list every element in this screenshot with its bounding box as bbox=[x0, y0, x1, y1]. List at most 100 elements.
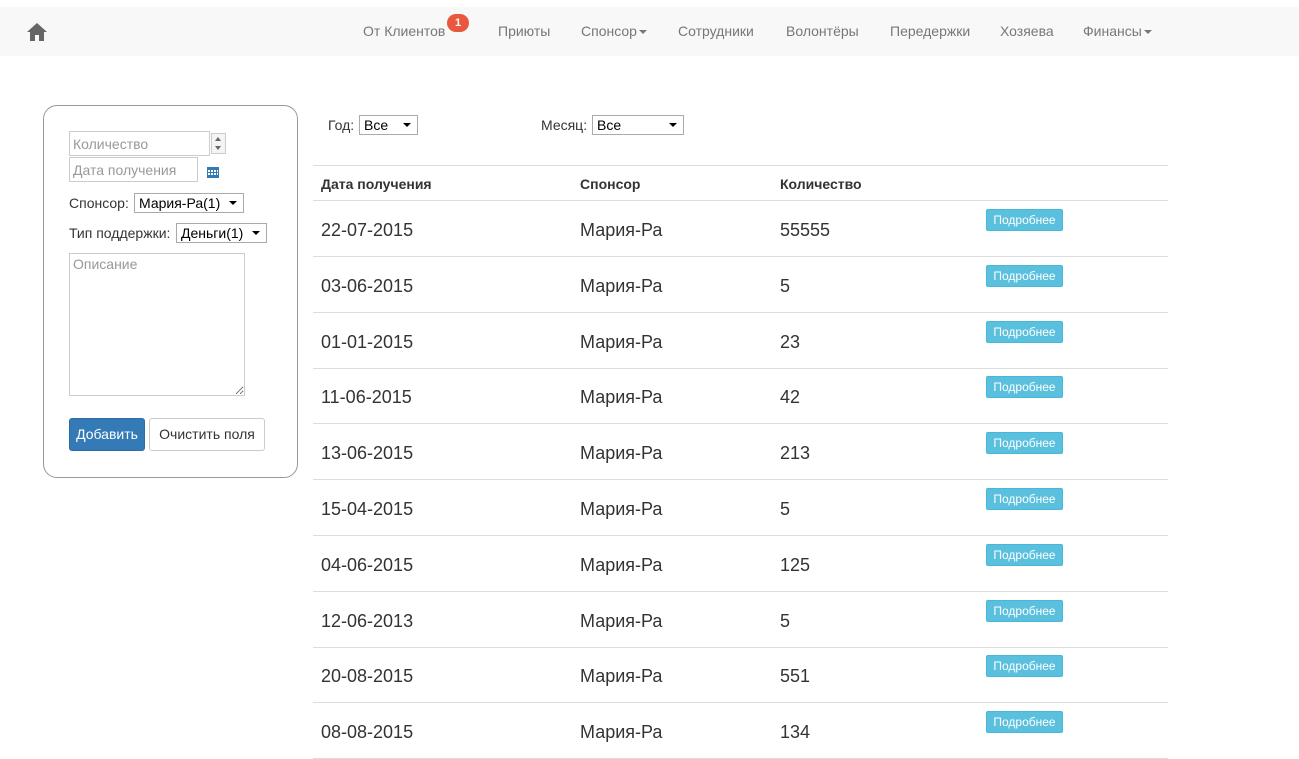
clear-fields-button[interactable]: Очистить поля bbox=[149, 418, 265, 451]
nav-label: Хозяева bbox=[1000, 23, 1054, 39]
sponsor-select-value: Мария-Ра(1) bbox=[139, 195, 221, 211]
nav-label: Приюты bbox=[498, 23, 551, 39]
nav-label: От Клиентов bbox=[363, 23, 446, 39]
nav-item-owners[interactable]: Хозяева bbox=[1000, 7, 1054, 56]
column-header-amount: Количество bbox=[780, 176, 862, 192]
dropdown-arrow-icon bbox=[403, 123, 411, 127]
nav-item-shelters[interactable]: Приюты bbox=[498, 7, 550, 56]
amount-cell: 5 bbox=[780, 610, 791, 631]
description-textarea[interactable] bbox=[69, 253, 245, 396]
table-row: 22-07-2015 Мария-Ра 55555 Подробнее bbox=[313, 201, 1168, 257]
details-button[interactable]: Подробнее bbox=[986, 543, 1063, 566]
quantity-stepper[interactable] bbox=[211, 133, 226, 154]
chevron-down-icon bbox=[1143, 30, 1152, 35]
quantity-input[interactable] bbox=[69, 131, 210, 156]
sponsor-cell: Мария-Ра bbox=[580, 666, 663, 687]
nav-item-employees[interactable]: Сотрудники bbox=[678, 7, 754, 56]
nav-label: Передержки bbox=[890, 23, 971, 39]
details-button[interactable]: Подробнее bbox=[986, 655, 1063, 678]
sponsor-cell: Мария-Ра bbox=[580, 499, 663, 519]
table-row: 08-08-2015 Мария-Ра 134 Подробнее bbox=[313, 703, 1168, 759]
dropdown-arrow-icon bbox=[252, 231, 260, 235]
date-cell: 12-06-2013 bbox=[321, 610, 414, 631]
support-type-select[interactable]: Деньги(1) bbox=[176, 223, 267, 243]
column-header-sponsor: Спонсор bbox=[580, 176, 641, 192]
sponsor-cell: Мария-Ра bbox=[580, 331, 663, 352]
table-row: 11-06-2015 Мария-Ра 42 Подробнее bbox=[313, 368, 1168, 425]
sponsor-select[interactable]: Мария-Ра(1) bbox=[134, 193, 244, 213]
stepper-down-icon[interactable] bbox=[215, 146, 221, 150]
sponsor-cell: Мария-Ра bbox=[580, 722, 663, 743]
sponsor-cell: Мария-Ра bbox=[580, 220, 663, 240]
table-row: 03-06-2015 Мария-Ра 5 Подробнее bbox=[313, 257, 1168, 313]
details-button[interactable]: Подробнее bbox=[986, 488, 1063, 510]
amount-cell: 55555 bbox=[780, 220, 831, 240]
support-type-select-value: Деньги(1) bbox=[181, 225, 244, 241]
date-cell: 13-06-2015 bbox=[321, 443, 414, 464]
date-cell: 03-06-2015 bbox=[321, 275, 414, 296]
amount-cell: 213 bbox=[780, 443, 811, 464]
table-row: 15-04-2015 Мария-Ра 5 Подробнее bbox=[313, 480, 1168, 536]
date-cell: 15-04-2015 bbox=[321, 499, 414, 519]
nav-label: Спонсор bbox=[581, 23, 637, 39]
sponsor-cell: Мария-Ра bbox=[580, 275, 663, 296]
calendar-icon[interactable] bbox=[207, 165, 219, 178]
sponsor-cell: Мария-Ра bbox=[580, 387, 663, 408]
month-select-value: Все bbox=[597, 117, 622, 133]
amount-cell: 5 bbox=[780, 275, 791, 296]
amount-cell: 23 bbox=[780, 331, 801, 352]
year-label: Год: bbox=[328, 117, 355, 133]
date-cell: 11-06-2015 bbox=[321, 387, 412, 408]
column-header-date: Дата получения bbox=[321, 176, 432, 192]
table-header: Дата получения Спонсор Количество bbox=[313, 165, 1168, 201]
date-cell: 01-01-2015 bbox=[321, 331, 414, 352]
nav-label: Сотрудники bbox=[678, 23, 754, 39]
nav-label: Волонтёры bbox=[786, 23, 859, 39]
chevron-down-icon bbox=[638, 30, 647, 35]
date-cell: 22-07-2015 bbox=[321, 220, 414, 240]
nav-item-sponsor[interactable]: Спонсор bbox=[581, 7, 647, 56]
nav-item-volunteers[interactable]: Волонтёры bbox=[786, 7, 859, 56]
sponsor-label: Спонсор: bbox=[69, 195, 129, 211]
date-cell: 20-08-2015 bbox=[321, 666, 414, 687]
details-button[interactable]: Подробнее bbox=[986, 320, 1063, 343]
table-row: 20-08-2015 Мария-Ра 551 Подробнее bbox=[313, 647, 1168, 704]
nav-item-foster[interactable]: Передержки bbox=[890, 7, 970, 56]
amount-cell: 134 bbox=[780, 722, 811, 743]
dropdown-arrow-icon bbox=[229, 201, 237, 205]
month-select[interactable]: Все bbox=[592, 115, 684, 135]
home-icon[interactable] bbox=[26, 22, 48, 42]
amount-cell: 551 bbox=[780, 666, 811, 687]
sponsor-cell: Мария-Ра bbox=[580, 443, 663, 464]
amount-cell: 5 bbox=[780, 499, 791, 519]
amount-cell: 42 bbox=[780, 387, 801, 408]
date-input[interactable] bbox=[69, 157, 198, 182]
sponsor-cell: Мария-Ра bbox=[580, 610, 663, 631]
year-select-value: Все bbox=[364, 117, 389, 133]
table-row: 13-06-2015 Мария-Ра 213 Подробнее bbox=[313, 424, 1168, 481]
date-cell: 04-06-2015 bbox=[321, 554, 414, 575]
details-button[interactable]: Подробнее bbox=[986, 209, 1063, 231]
support-type-label: Тип поддержки: bbox=[69, 225, 171, 241]
details-button[interactable]: Подробнее bbox=[986, 264, 1063, 287]
year-select[interactable]: Все bbox=[359, 115, 418, 135]
add-button[interactable]: Добавить bbox=[69, 418, 145, 451]
stepper-up-icon[interactable] bbox=[215, 137, 221, 141]
nav-item-from-clients[interactable]: От Клиентов bbox=[363, 7, 445, 56]
navbar: От Клиентов 1 Приюты Спонсор Сотрудники … bbox=[0, 7, 1299, 56]
amount-cell: 125 bbox=[780, 554, 811, 575]
nav-item-finances[interactable]: Финансы bbox=[1083, 7, 1152, 56]
sponsor-cell: Мария-Ра bbox=[580, 554, 663, 575]
table-row: 12-06-2013 Мария-Ра 5 Подробнее bbox=[313, 592, 1168, 648]
table-row: 04-06-2015 Мария-Ра 125 Подробнее bbox=[313, 536, 1168, 592]
month-label: Месяц: bbox=[541, 117, 588, 133]
notification-badge: 1 bbox=[447, 14, 469, 32]
nav-label: Финансы bbox=[1083, 23, 1142, 39]
details-button[interactable]: Подробнее bbox=[986, 432, 1063, 455]
dropdown-arrow-icon bbox=[669, 123, 677, 127]
details-button[interactable]: Подробнее bbox=[986, 376, 1063, 399]
table-row: 01-01-2015 Мария-Ра 23 Подробнее bbox=[313, 313, 1168, 369]
date-cell: 08-08-2015 bbox=[321, 722, 414, 743]
details-button[interactable]: Подробнее bbox=[986, 711, 1063, 734]
details-button[interactable]: Подробнее bbox=[986, 599, 1063, 622]
